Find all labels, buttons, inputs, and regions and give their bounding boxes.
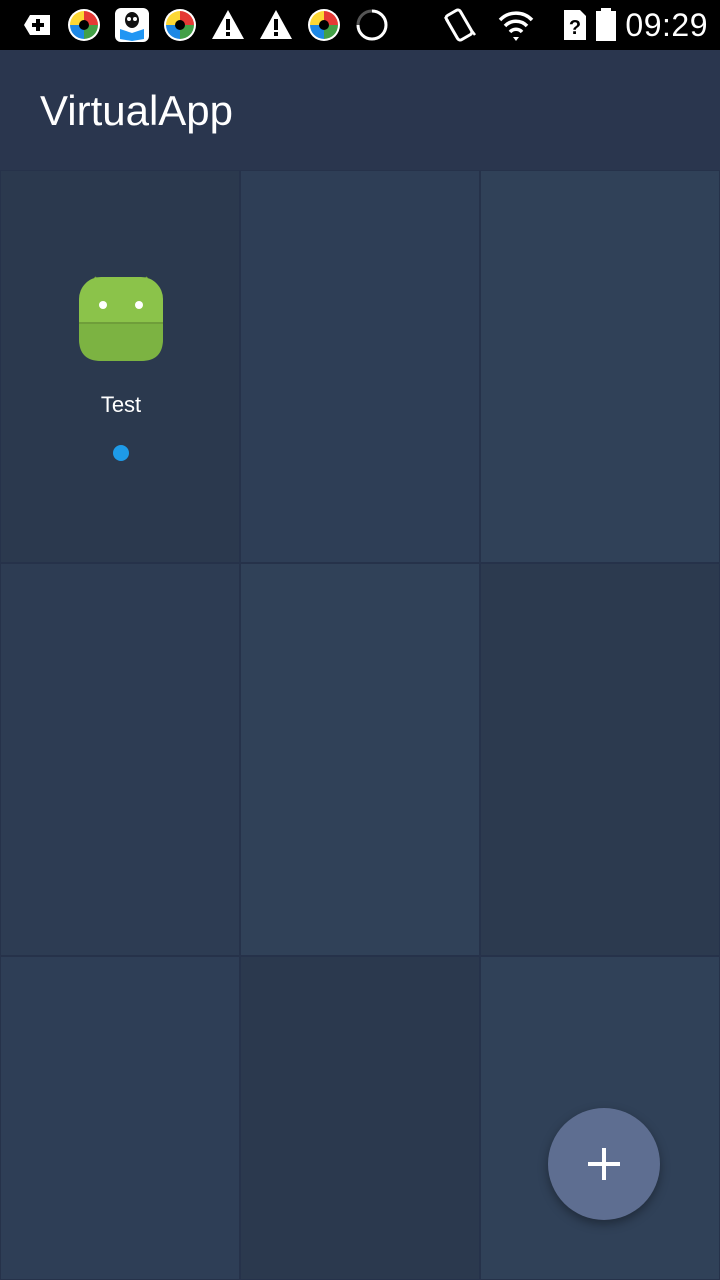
sim-unknown-icon: ? [564, 10, 586, 40]
warning-icon [260, 10, 292, 39]
add-box-icon [24, 15, 50, 35]
warning-icon [212, 10, 244, 39]
android-icon [79, 276, 163, 361]
battery-icon [596, 8, 616, 41]
clock-time: 09:29 [625, 7, 708, 43]
circular-app-icon [308, 9, 340, 41]
vibrate-icon [444, 8, 476, 42]
app-label: Test [100, 392, 142, 417]
app-grid-cell [480, 563, 720, 956]
loading-spinner-icon [356, 9, 388, 41]
app-grid-cell [240, 956, 480, 1280]
wifi-icon [498, 11, 534, 41]
circular-app-icon [68, 9, 100, 41]
app-grid-cell [240, 170, 480, 563]
qq-reader-icon [115, 8, 149, 42]
app-grid-cell [0, 956, 240, 1280]
app-grid-cell[interactable]: Test [0, 170, 240, 563]
svg-text:?: ? [569, 17, 581, 39]
app-grid-cell [480, 170, 720, 563]
plus-icon [588, 1148, 620, 1180]
status-bar: ? 09:29 [0, 0, 720, 50]
app-running-indicator [113, 445, 129, 461]
app-grid-cell [240, 563, 480, 956]
app-grid-cell [0, 563, 240, 956]
circular-app-icon [164, 9, 196, 41]
app-title: VirtualApp [40, 87, 234, 134]
add-app-button[interactable] [548, 1108, 660, 1220]
app-bar: VirtualApp [0, 50, 720, 170]
